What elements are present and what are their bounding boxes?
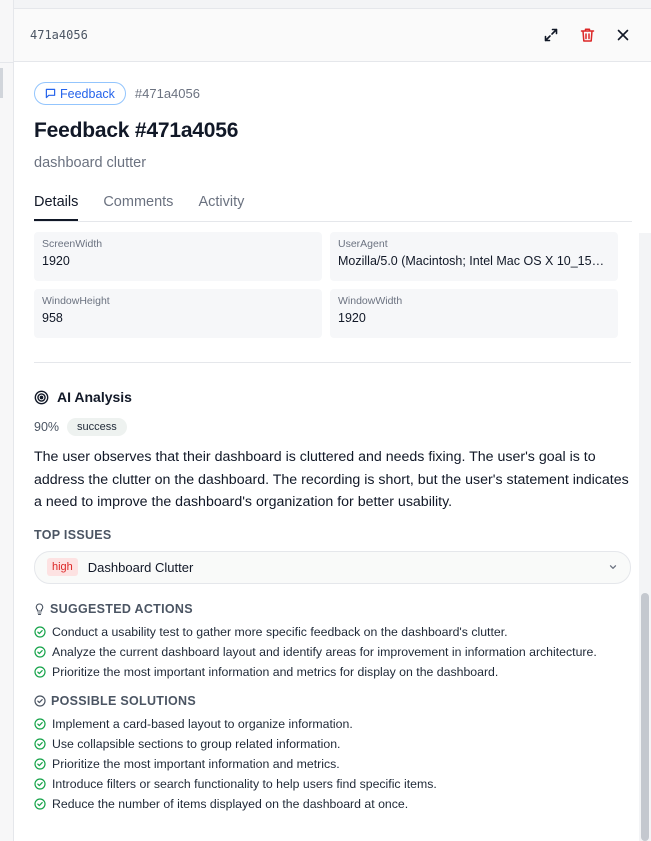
metadata-cell: WindowWidth 1920 xyxy=(330,289,618,338)
close-button[interactable] xyxy=(611,23,635,47)
issue-row[interactable]: high Dashboard Clutter xyxy=(34,550,631,584)
status-badge: success xyxy=(67,418,127,436)
confidence-row: 90% success xyxy=(34,418,631,436)
ai-analysis-header: AI Analysis xyxy=(34,389,631,405)
check-circle-icon xyxy=(34,797,46,810)
tab-details[interactable]: Details xyxy=(34,186,79,221)
check-circle-icon xyxy=(34,625,46,638)
chevron-down-icon xyxy=(609,565,617,569)
check-circle-icon xyxy=(34,737,46,750)
delete-button[interactable] xyxy=(575,23,599,47)
check-circle-icon xyxy=(34,717,46,730)
close-icon xyxy=(617,29,629,41)
metadata-value: 1920 xyxy=(42,254,70,268)
list-item: Reduce the number of items displayed on … xyxy=(34,794,631,814)
divider xyxy=(34,362,631,363)
divider xyxy=(0,68,3,98)
list-item: Introduce filters or search functionalit… xyxy=(34,774,631,794)
page-title: Feedback #471a4056 xyxy=(34,119,239,142)
list-item: Conduct a usability test to gather more … xyxy=(34,622,631,642)
message-square-icon xyxy=(45,88,56,99)
ai-analysis-title: AI Analysis xyxy=(57,389,132,405)
page-subtitle: dashboard clutter xyxy=(34,155,147,171)
list-item: Prioritize the most important informatio… xyxy=(34,754,631,774)
feedback-hash: #471a4056 xyxy=(134,86,200,101)
list-item-text: Use collapsible sections to group relate… xyxy=(52,736,341,751)
check-circle-icon xyxy=(34,757,46,770)
metadata-value: 958 xyxy=(42,311,63,325)
possible-solutions-title: POSSIBLE SOLUTIONS xyxy=(51,693,196,708)
metadata-key: WindowWidth xyxy=(338,295,403,307)
list-item-text: Conduct a usability test to gather more … xyxy=(52,624,508,639)
possible-solutions-list: Implement a card-based layout to organiz… xyxy=(34,714,631,814)
ai-summary: The user observes that their dashboard i… xyxy=(34,449,629,510)
panel-toolbar: 471a4056 xyxy=(14,9,651,62)
severity-badge: high xyxy=(47,558,78,576)
feedback-type-label: Feedback xyxy=(60,86,115,101)
metadata-value: Mozilla/5.0 (Macintosh; Intel Mac OS X 1… xyxy=(338,254,610,268)
target-icon xyxy=(34,390,49,404)
feedback-id: 471a4056 xyxy=(30,28,88,42)
suggested-actions-title: SUGGESTED ACTIONS xyxy=(50,601,193,616)
metadata-key: WindowHeight xyxy=(42,295,110,307)
list-item-text: Analyze the current dashboard layout and… xyxy=(52,644,597,659)
list-item: Analyze the current dashboard layout and… xyxy=(34,642,631,662)
metadata-grid: ScreenWidth 1920 UserAgent Mozilla/5.0 (… xyxy=(34,232,631,338)
list-item-text: Prioritize the most important informatio… xyxy=(52,756,340,771)
list-item: Prioritize the most important informatio… xyxy=(34,662,631,682)
expand-button[interactable] xyxy=(539,23,563,47)
background-list-pane xyxy=(0,0,14,841)
check-circle-icon xyxy=(34,665,46,678)
tab-bar: Details Comments Activity xyxy=(34,186,632,222)
metadata-cell: WindowHeight 958 xyxy=(34,289,322,338)
tab-comments[interactable]: Comments xyxy=(103,186,173,221)
metadata-key: UserAgent xyxy=(338,238,388,250)
metadata-value: 1920 xyxy=(338,311,366,325)
list-item-text: Implement a card-based layout to organiz… xyxy=(52,716,353,731)
metadata-key: ScreenWidth xyxy=(42,238,103,250)
check-circle-icon xyxy=(34,694,46,707)
top-issues-title: TOP ISSUES xyxy=(34,527,112,542)
expand-icon xyxy=(544,28,558,42)
list-item-text: Reduce the number of items displayed on … xyxy=(52,796,409,811)
divider xyxy=(0,62,14,63)
suggested-actions-heading: SUGGESTED ACTIONS xyxy=(34,602,631,616)
metadata-cell: UserAgent Mozilla/5.0 (Macintosh; Intel … xyxy=(330,232,618,281)
feedback-header: Feedback #471a4056 Feedback #471a4056 da… xyxy=(14,62,651,222)
list-item: Implement a card-based layout to organiz… xyxy=(34,714,631,734)
list-item-text: Introduce filters or search functionalit… xyxy=(52,776,437,791)
trash-icon xyxy=(580,28,594,42)
issue-name: Dashboard Clutter xyxy=(87,559,194,575)
tab-activity[interactable]: Activity xyxy=(198,186,244,221)
top-issues-heading: TOP ISSUES xyxy=(34,528,631,542)
lightbulb-icon xyxy=(35,602,44,615)
feedback-detail-panel: 471a4056 Feedback #471a4056 Feedback #47… xyxy=(14,8,651,841)
confidence-value: 90% xyxy=(34,420,60,434)
scrollbar-thumb[interactable] xyxy=(641,593,649,841)
suggested-actions-list: Conduct a usability test to gather more … xyxy=(34,622,631,682)
metadata-cell: ScreenWidth 1920 xyxy=(34,232,322,281)
possible-solutions-heading: POSSIBLE SOLUTIONS xyxy=(34,694,631,708)
scrollbar[interactable] xyxy=(639,233,651,841)
details-content: ScreenWidth 1920 UserAgent Mozilla/5.0 (… xyxy=(14,222,651,814)
check-circle-icon xyxy=(34,645,46,658)
feedback-type-badge: Feedback xyxy=(34,82,126,105)
list-item-text: Prioritize the most important informatio… xyxy=(52,664,499,679)
check-circle-icon xyxy=(34,777,46,790)
list-item: Use collapsible sections to group relate… xyxy=(34,734,631,754)
